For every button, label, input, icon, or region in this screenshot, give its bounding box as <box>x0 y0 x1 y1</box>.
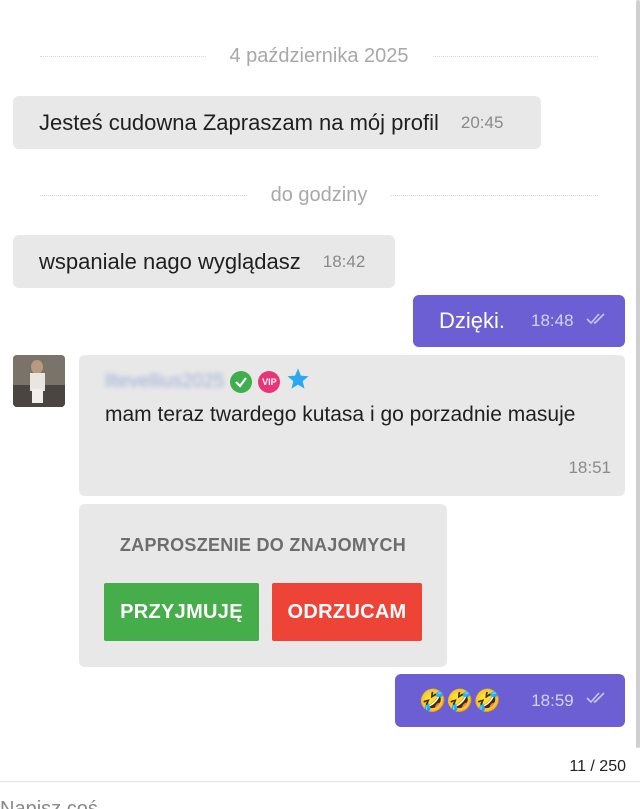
char-counter: 11 / 250 <box>569 758 626 775</box>
sender-name[interactable]: lltevellius2025 <box>105 371 224 393</box>
double-check-icon <box>586 691 608 710</box>
sender-row: lltevellius2025 VIP <box>105 367 310 396</box>
time-separator: do godziny <box>40 183 598 207</box>
invite-title: ZAPROSZENIE DO ZNAJOMYCH <box>119 535 407 555</box>
message-time: 18:42 <box>322 251 366 271</box>
message-time: 18:48 <box>531 311 574 330</box>
incoming-message[interactable]: wspaniale nago wyglądasz 18:42 <box>13 235 395 288</box>
sender-avatar[interactable] <box>13 355 65 407</box>
verified-icon <box>230 370 253 393</box>
message-text: Jesteś cudowna Zapraszam na mój profil <box>39 109 439 135</box>
outgoing-message[interactable]: 🤣🤣🤣 18:59 <box>395 674 625 727</box>
separator-line <box>40 194 247 196</box>
incoming-message-card[interactable]: lltevellius2025 VIP mam teraz twardego k… <box>79 355 625 496</box>
composer-divider <box>0 781 640 782</box>
separator-line <box>391 194 598 196</box>
message-time: 18:51 <box>568 458 611 477</box>
friend-invite-card: ZAPROSZENIE DO ZNAJOMYCH PRZYJMUJĘ ODRZU… <box>79 504 447 667</box>
message-text: mam teraz twardego kutasa i go porzadnie… <box>105 403 576 426</box>
vip-badge: VIP <box>258 370 281 393</box>
reject-invite-button[interactable]: ODRZUCAM <box>272 583 422 641</box>
message-text: wspaniale nago wyglądasz <box>39 248 301 274</box>
message-time: 18:59 <box>531 690 574 710</box>
incoming-message[interactable]: Jesteś cudowna Zapraszam na mój profil 2… <box>13 96 541 149</box>
message-input[interactable]: Napisz coś <box>0 800 98 809</box>
message-time: 20:45 <box>460 112 504 132</box>
scrollbar[interactable] <box>636 0 640 748</box>
message-text: Dzięki. <box>439 308 506 333</box>
double-check-icon <box>585 312 608 331</box>
separator-line <box>432 55 599 57</box>
star-icon <box>286 367 310 396</box>
time-separator-label: do godziny <box>270 183 368 206</box>
outgoing-message[interactable]: Dzięki. 18:48 <box>413 295 625 347</box>
message-emoji: 🤣🤣🤣 <box>419 687 502 713</box>
date-separator: 4 października 2025 <box>40 44 599 68</box>
separator-line <box>40 55 206 57</box>
accept-invite-button[interactable]: PRZYJMUJĘ <box>104 583 259 641</box>
date-label: 4 października 2025 <box>229 44 409 67</box>
